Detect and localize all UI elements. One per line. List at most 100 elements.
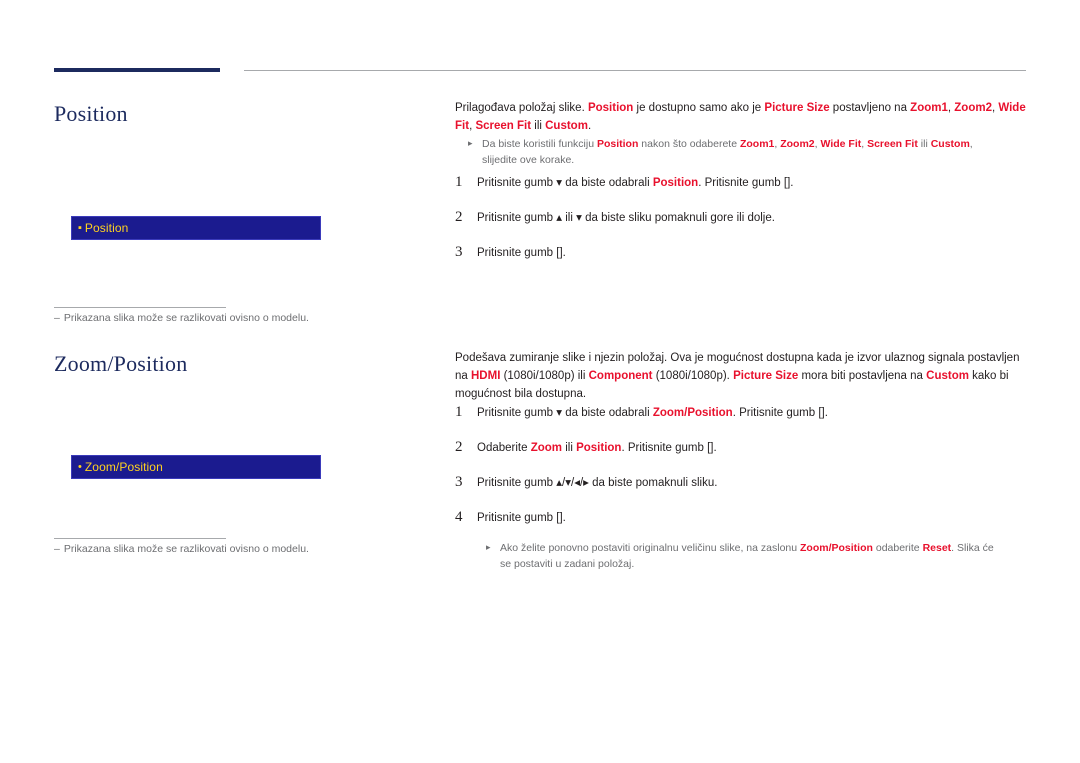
intro-paragraph-zoom-position: Podešava zumiranje slike i njezin položa…	[455, 350, 1027, 403]
text-run: da biste pomaknuli sliku.	[589, 477, 717, 489]
text-run: (1080i/1080p) ili	[500, 370, 588, 382]
step-text: Pritisnite gumb ▴/▾/◂/▸ da biste pomaknu…	[477, 477, 717, 489]
text-run: Prilagođava položaj slike.	[455, 102, 588, 114]
text-run: .	[825, 407, 828, 419]
text-run: Odaberite	[477, 442, 531, 454]
text-run: ili	[531, 120, 545, 132]
step-number: 3	[455, 472, 477, 493]
step-number: 3	[455, 242, 477, 263]
text-run: Pritisnite gumb	[477, 477, 556, 489]
note-text-1: Prikazana slika može se razlikovati ovis…	[64, 312, 309, 324]
text-run: Zoom1	[910, 102, 948, 114]
arrow-icon: ▸	[468, 137, 473, 151]
step-text: Pritisnite gumb ▴ ili ▾ da biste sliku p…	[477, 212, 775, 224]
text-run: Position	[588, 102, 633, 114]
osd-menu-position[interactable]: ▪ Position	[71, 216, 321, 240]
text-run: . Pritisnite gumb	[733, 407, 819, 419]
text-run: Wide Fit	[821, 138, 862, 150]
text-run: Custom	[926, 370, 969, 382]
text-run: odaberite	[873, 542, 923, 554]
text-run: (1080i/1080p).	[653, 370, 734, 382]
text-run: Reset	[923, 542, 952, 554]
text-run: Ako želite ponovno postaviti originalnu …	[500, 542, 800, 554]
text-run: Zoom/Position	[800, 542, 873, 554]
text-run: Zoom/Position	[653, 407, 733, 419]
text-run: Component	[589, 370, 653, 382]
text-run: Screen Fit	[475, 120, 531, 132]
osd-menu-zoom-position[interactable]: • Zoom/Position	[71, 455, 321, 479]
header-rule-line	[244, 70, 1026, 71]
text-run: je dostupno samo ako je	[633, 102, 764, 114]
text-run: ili	[562, 442, 576, 454]
intro-paragraph-position: Prilagođava položaj slike. Position je d…	[455, 100, 1027, 136]
text-run: da biste odabrali	[562, 177, 653, 189]
step-text: Pritisnite gumb [].	[477, 512, 566, 524]
step-zoom-1: 1 Pritisnite gumb ▾ da biste odabrali Zoo…	[455, 402, 1027, 423]
subnote-position: ▸ Da biste koristili funkciju Position n…	[468, 137, 998, 169]
section-title-zoom-position: Zoom/Position	[54, 351, 187, 377]
text-run: Pritisnite gumb	[477, 212, 556, 224]
text-run: Zoom	[531, 442, 562, 454]
text-run: Picture Size	[733, 370, 798, 382]
text-run: Position	[653, 177, 698, 189]
osd-menu-label: Zoom/Position	[85, 460, 163, 474]
text-run: Zoom1	[740, 138, 774, 150]
text-run: Zoom2	[954, 102, 992, 114]
step-text: Odaberite Zoom ili Position. Pritisnite …	[477, 442, 717, 454]
header-rule-accent	[54, 68, 220, 72]
page: Position ▪ Position – Prikazana slika mož…	[0, 0, 1080, 763]
note-text-2: Prikazana slika može se razlikovati ovis…	[64, 543, 309, 555]
text-run: HDMI	[471, 370, 500, 382]
note-divider-2	[54, 538, 226, 539]
step-zoom-3: 3 Pritisnite gumb ▴/▾/◂/▸ da biste pomakn…	[455, 472, 1027, 493]
step-position-1: 1 Pritisnite gumb ▾ da biste odabrali Pos…	[455, 172, 1027, 193]
step-position-3: 3 Pritisnite gumb [].	[455, 242, 1027, 263]
text-run: da biste odabrali	[562, 407, 653, 419]
text-run: Pritisnite gumb	[477, 512, 556, 524]
text-run: .	[588, 120, 591, 132]
subnote-text-zoom-position: Ako želite ponovno postaviti originalnu …	[500, 542, 994, 570]
text-run: Pritisnite gumb	[477, 247, 556, 259]
note-dash-icon: –	[54, 543, 64, 555]
subnote-zoom-position: ▸ Ako želite ponovno postaviti originaln…	[486, 541, 1006, 573]
text-run: .	[790, 177, 793, 189]
step-zoom-4: 4 Pritisnite gumb [].	[455, 507, 1027, 528]
step-number: 2	[455, 437, 477, 458]
text-run: Pritisnite gumb	[477, 407, 556, 419]
note-divider-1	[54, 307, 226, 308]
step-text: Pritisnite gumb ▾ da biste odabrali Posi…	[477, 177, 793, 189]
text-run: Custom	[545, 120, 588, 132]
text-run: Position	[576, 442, 621, 454]
note-dash-icon: –	[54, 312, 64, 324]
text-run: nakon što odaberete	[638, 138, 740, 150]
text-run: Screen Fit	[867, 138, 918, 150]
step-number: 4	[455, 507, 477, 528]
step-number: 1	[455, 402, 477, 423]
osd-bullet-icon: ▪	[72, 223, 85, 234]
note-position: – Prikazana slika može se razlikovati ovi…	[54, 312, 309, 324]
text-run: .	[563, 512, 566, 524]
header-rule	[54, 68, 1026, 72]
text-run: . Pritisnite gumb	[621, 442, 707, 454]
subnote-text-position: Da biste koristili funkciju Position nak…	[482, 138, 973, 166]
text-run: Zoom2	[780, 138, 814, 150]
text-run: postavljeno na	[830, 102, 911, 114]
text-run: Pritisnite gumb	[477, 177, 556, 189]
note-zoom-position: – Prikazana slika može se razlikovati ovi…	[54, 543, 309, 555]
text-run: .	[714, 442, 717, 454]
text-run: ili	[562, 212, 576, 224]
text-run: Position	[597, 138, 638, 150]
text-run: Custom	[931, 138, 970, 150]
text-run: .	[563, 247, 566, 259]
arrow-icon: ▸	[486, 541, 491, 555]
step-zoom-2: 2 Odaberite Zoom ili Position. Pritisnite…	[455, 437, 1027, 458]
text-run: mora biti postavljena na	[798, 370, 926, 382]
step-number: 2	[455, 207, 477, 228]
step-number: 1	[455, 172, 477, 193]
text-run: ▴/▾/◂/▸	[556, 477, 589, 489]
osd-bullet-icon: •	[72, 462, 85, 473]
osd-menu-label: Position	[85, 221, 129, 235]
step-position-2: 2 Pritisnite gumb ▴ ili ▾ da biste sliku …	[455, 207, 1027, 228]
section-title-position: Position	[54, 101, 128, 127]
text-run: da biste sliku pomaknuli gore ili dolje.	[582, 212, 775, 224]
